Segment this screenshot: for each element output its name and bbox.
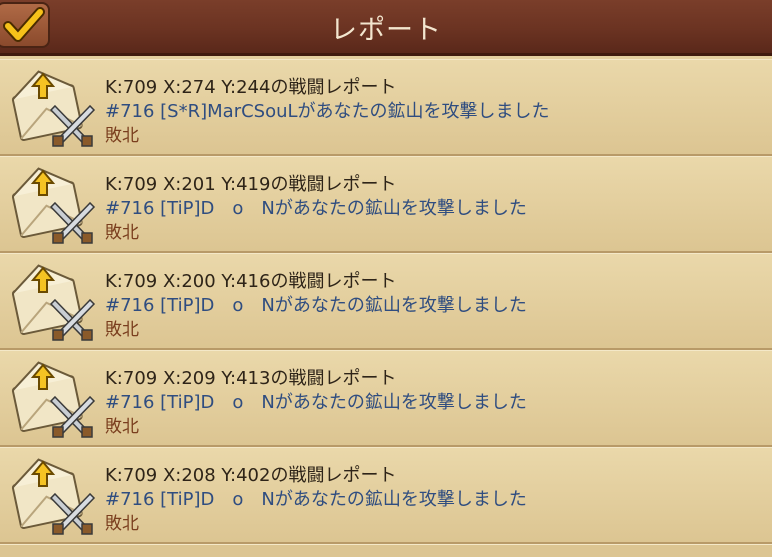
report-text: K:709 X:274 Y:244の戦闘レポート #716 [S*R]MarCS…: [105, 76, 550, 148]
report-row[interactable]: K:709 X:274 Y:244の戦闘レポート #716 [S*R]MarCS…: [0, 59, 772, 156]
report-result: 敗北: [105, 417, 139, 437]
report-title: K:709 X:201 Y:419の戦闘レポート: [105, 174, 397, 195]
report-row[interactable]: K:709 X:209 Y:413の戦闘レポート #716 [TiP]D o N…: [0, 350, 772, 447]
report-message: #716 [S*R]MarCSouLがあなたの鉱山を攻撃しました: [105, 101, 550, 122]
report-title: K:709 X:200 Y:416の戦闘レポート: [105, 271, 397, 292]
envelope-swords-icon: [11, 361, 96, 438]
report-message: #716 [TiP]D o Nがあなたの鉱山を攻撃しました: [105, 489, 527, 510]
top-bar: レポート: [0, 0, 772, 56]
report-text: K:709 X:209 Y:413の戦闘レポート #716 [TiP]D o N…: [105, 367, 527, 439]
envelope-swords-icon: [11, 70, 96, 147]
report-result: 敗北: [105, 320, 139, 340]
report-row[interactable]: K:709 X:208 Y:402の戦闘レポート #716 [TiP]D o N…: [0, 447, 772, 544]
report-result: 敗北: [105, 514, 139, 534]
report-row[interactable]: K:709 X:200 Y:416の戦闘レポート #716 [TiP]D o N…: [0, 253, 772, 350]
report-text: K:709 X:200 Y:416の戦闘レポート #716 [TiP]D o N…: [105, 270, 527, 342]
envelope-swords-icon: [11, 264, 96, 341]
report-title: K:709 X:209 Y:413の戦闘レポート: [105, 368, 397, 389]
report-title: K:709 X:208 Y:402の戦闘レポート: [105, 465, 397, 486]
report-message: #716 [TiP]D o Nがあなたの鉱山を攻撃しました: [105, 392, 527, 413]
report-result: 敗北: [105, 223, 139, 243]
envelope-swords-icon: [11, 458, 96, 535]
report-row[interactable]: K:709 X:201 Y:419の戦闘レポート #716 [TiP]D o N…: [0, 156, 772, 253]
envelope-swords-icon: [11, 167, 96, 244]
report-message: #716 [TiP]D o Nがあなたの鉱山を攻撃しました: [105, 198, 527, 219]
report-text: K:709 X:201 Y:419の戦闘レポート #716 [TiP]D o N…: [105, 173, 527, 245]
report-result: 敗北: [105, 126, 139, 146]
page-title: レポート: [330, 15, 442, 46]
report-message: #716 [TiP]D o Nがあなたの鉱山を攻撃しました: [105, 295, 527, 316]
report-list: K:709 X:274 Y:244の戦闘レポート #716 [S*R]MarCS…: [0, 59, 772, 544]
report-title: K:709 X:274 Y:244の戦闘レポート: [105, 77, 397, 98]
report-row-partial[interactable]: [0, 544, 772, 557]
report-text: K:709 X:208 Y:402の戦闘レポート #716 [TiP]D o N…: [105, 464, 527, 536]
